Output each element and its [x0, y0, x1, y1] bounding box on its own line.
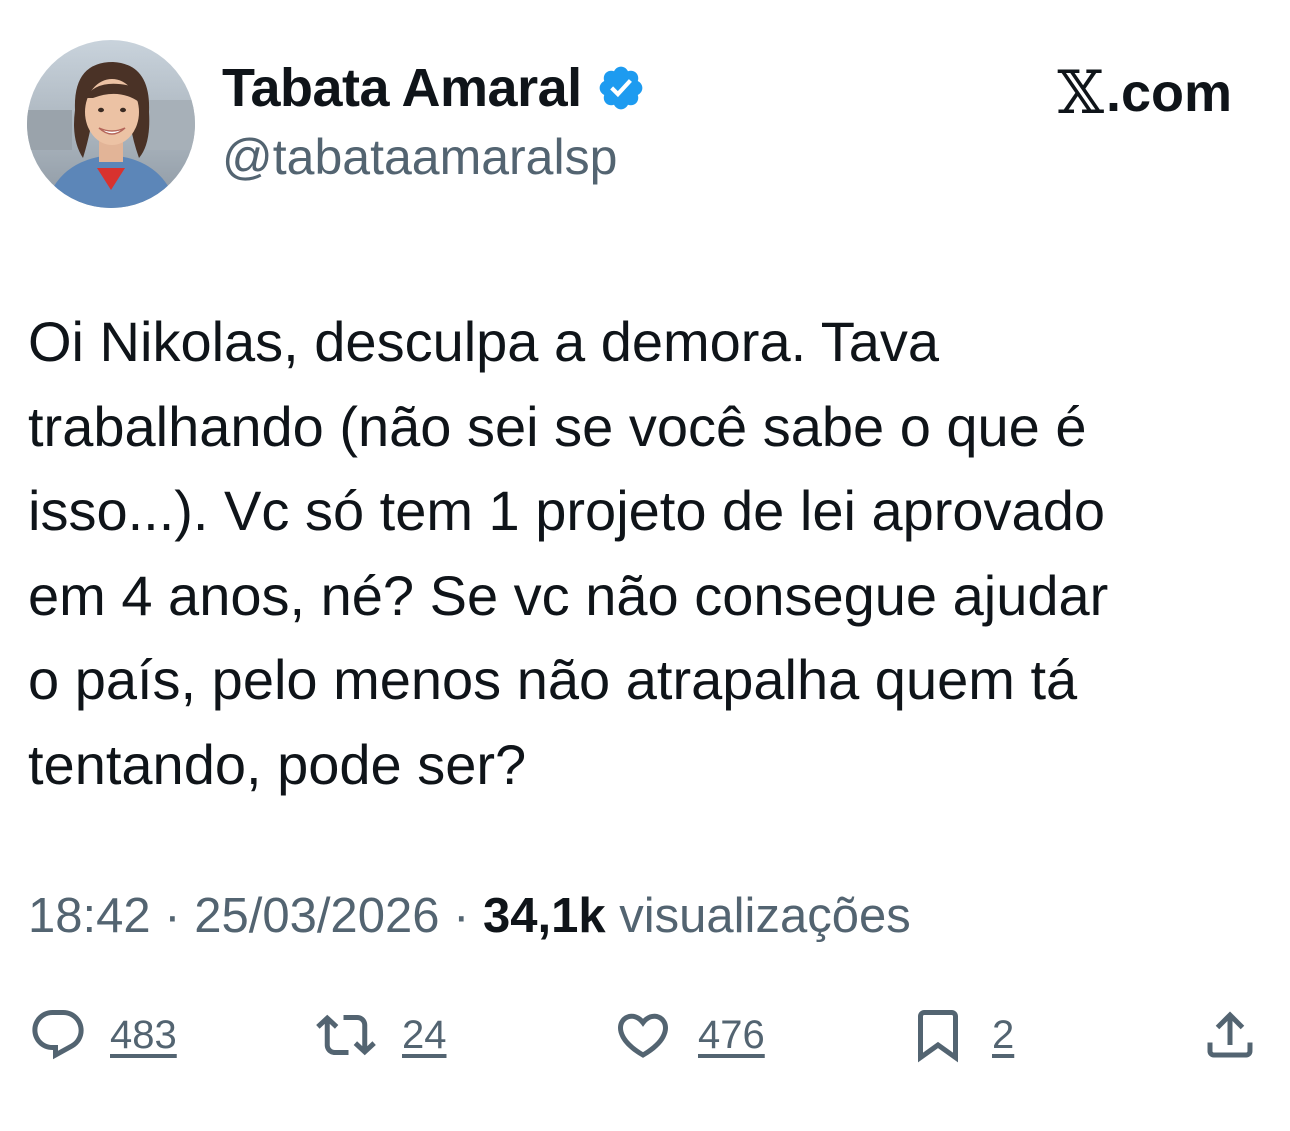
repost-icon — [316, 1014, 376, 1056]
tweet-time[interactable]: 18:42 — [28, 889, 151, 943]
avatar[interactable] — [27, 40, 195, 208]
reply-count: 483 — [110, 1012, 177, 1057]
verified-badge-icon[interactable] — [596, 63, 646, 113]
author-handle[interactable]: @tabataamaralsp — [222, 128, 617, 186]
like-count: 476 — [698, 1012, 765, 1057]
repost-count: 24 — [402, 1012, 447, 1057]
tweet-metadata: 18:42 · 25/03/2026 · 34,1k visualizações — [28, 888, 911, 944]
share-button[interactable] — [1198, 1000, 1262, 1070]
bookmark-count: 2 — [992, 1012, 1015, 1057]
repost-button[interactable]: 24 — [312, 1000, 447, 1070]
meta-separator: · — [453, 889, 470, 943]
like-button[interactable]: 476 — [610, 1000, 765, 1070]
author-name-row: Tabata Amaral — [222, 56, 646, 120]
brand-suffix: .com — [1105, 63, 1232, 123]
tweet-text: Oi Nikolas, desculpa a demora. Tava trab… — [28, 310, 1109, 796]
reply-icon — [32, 1010, 84, 1060]
heart-icon — [617, 1013, 669, 1058]
views-label: visualizações — [619, 889, 911, 943]
x-brand-logo: 𝕏 .com — [1057, 58, 1232, 128]
author-display-name[interactable]: Tabata Amaral — [222, 57, 582, 119]
bookmark-button[interactable]: 2 — [906, 1000, 1014, 1070]
avatar-photo — [27, 40, 195, 208]
reply-button[interactable]: 483 — [28, 1000, 177, 1070]
share-icon — [1207, 1011, 1253, 1058]
tweet-date[interactable]: 25/03/2026 — [194, 889, 439, 943]
meta-separator: · — [164, 889, 181, 943]
tweet-card: Tabata Amaral @tabataamaralsp 𝕏 .com Oi N… — [0, 0, 1290, 1131]
action-bar: 483 24 476 2 — [0, 1000, 1290, 1070]
bookmark-icon — [918, 1010, 958, 1063]
x-logo-icon: 𝕏 — [1057, 58, 1104, 128]
views-count: 34,1k — [483, 889, 606, 943]
